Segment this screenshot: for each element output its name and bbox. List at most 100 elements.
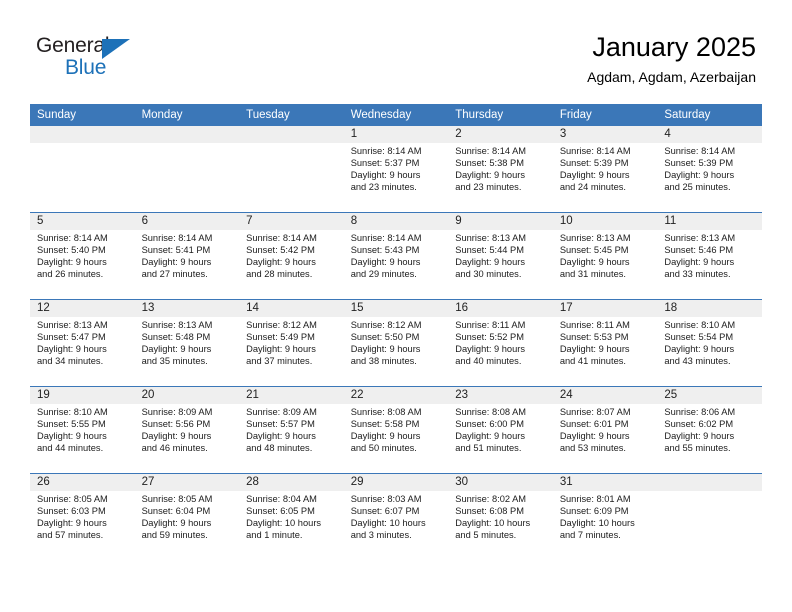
calendar-day-cell[interactable]: 2 Sunrise: 8:14 AM Sunset: 5:38 PM Daylight… [448, 126, 553, 212]
weekday-header-friday: Friday [559, 109, 592, 121]
detail-daylight2: and 29 minutes. [350, 269, 417, 280]
day-number: 19 [30, 387, 135, 404]
detail-sunrise: Sunrise: 8:14 AM [350, 146, 422, 156]
calendar-day-cell[interactable]: 18 Sunrise: 8:10 AM Sunset: 5:54 PM Dayligh… [657, 300, 762, 386]
detail-sunrise: Sunrise: 8:11 AM [559, 320, 630, 330]
brand-logo[interactable]: General Blue [36, 34, 156, 84]
detail-daylight1: Daylight: 9 hours [455, 431, 526, 442]
day-details: Sunrise: 8:07 AM Sunset: 6:01 PM Daylight:… [553, 404, 658, 454]
detail-sunrise: Sunrise: 8:14 AM [141, 233, 213, 243]
calendar-day-cell[interactable]: 15 Sunrise: 8:12 AM Sunset: 5:50 PM Dayligh… [343, 300, 449, 386]
detail-daylight2: and 59 minutes. [141, 530, 208, 541]
detail-daylight2: and 1 minute. [246, 530, 303, 541]
detail-daylight2: and 28 minutes. [246, 269, 313, 280]
calendar-day-cell[interactable]: 19 Sunrise: 8:10 AM Sunset: 5:55 PM Dayligh… [30, 387, 135, 473]
calendar-day-cell[interactable]: 25 Sunrise: 8:06 AM Sunset: 6:02 PM Dayligh… [657, 387, 762, 473]
calendar-day-cell[interactable]: 3 Sunrise: 8:14 AM Sunset: 5:39 PM Daylight… [552, 126, 658, 212]
detail-sunrise: Sunrise: 8:05 AM [141, 494, 213, 504]
day-details: Sunrise: 8:14 AM Sunset: 5:42 PM Daylight:… [239, 230, 344, 280]
calendar-day-cell[interactable]: 20 Sunrise: 8:09 AM Sunset: 5:56 PM Dayligh… [134, 387, 240, 473]
day-details: Sunrise: 8:09 AM Sunset: 5:57 PM Daylight:… [239, 404, 344, 454]
day-number: 29 [343, 474, 449, 491]
brand-name-blue: Blue [65, 56, 107, 79]
calendar-day-cell[interactable]: 29 Sunrise: 8:03 AM Sunset: 6:07 PM Dayligh… [343, 474, 449, 560]
detail-sunset: Sunset: 6:02 PM [664, 419, 734, 430]
day-details: Sunrise: 8:06 AM Sunset: 6:02 PM Daylight:… [657, 404, 762, 454]
day-details: Sunrise: 8:14 AM Sunset: 5:38 PM Daylight:… [448, 143, 553, 193]
detail-sunset: Sunset: 5:56 PM [141, 419, 211, 430]
calendar-day-cell[interactable]: 11 Sunrise: 8:13 AM Sunset: 5:46 PM Dayligh… [657, 213, 762, 299]
detail-daylight1: Daylight: 10 hours [455, 518, 531, 529]
detail-daylight2: and 50 minutes. [350, 443, 417, 454]
calendar-day-cell[interactable]: 26 Sunrise: 8:05 AM Sunset: 6:03 PM Dayligh… [30, 474, 135, 560]
day-number: 9 [448, 213, 553, 230]
day-number: 8 [343, 213, 449, 230]
calendar-day-cell[interactable]: 28 Sunrise: 8:04 AM Sunset: 6:05 PM Dayligh… [239, 474, 344, 560]
detail-daylight1: Daylight: 9 hours [559, 257, 630, 268]
day-details: Sunrise: 8:08 AM Sunset: 5:58 PM Daylight:… [344, 404, 449, 454]
day-number [657, 474, 762, 491]
calendar-day-cell[interactable]: 5 Sunrise: 8:14 AM Sunset: 5:40 PM Daylight… [30, 213, 135, 299]
detail-daylight1: Daylight: 10 hours [350, 518, 426, 529]
detail-daylight1: Daylight: 9 hours [559, 431, 630, 442]
detail-daylight1: Daylight: 9 hours [350, 344, 421, 355]
day-number: 17 [552, 300, 658, 317]
day-details: Sunrise: 8:13 AM Sunset: 5:45 PM Daylight:… [553, 230, 658, 280]
detail-sunrise: Sunrise: 8:04 AM [246, 494, 317, 504]
calendar-day-cell[interactable]: 27 Sunrise: 8:05 AM Sunset: 6:04 PM Dayligh… [134, 474, 240, 560]
day-details: Sunrise: 8:10 AM Sunset: 5:55 PM Daylight:… [30, 404, 135, 454]
page-header: General Blue January 2025 Agdam, Agdam, … [0, 0, 792, 100]
detail-sunset: Sunset: 6:08 PM [455, 506, 524, 517]
calendar-day-cell[interactable]: 4 Sunrise: 8:14 AM Sunset: 5:39 PM Daylight… [657, 126, 762, 212]
detail-daylight1: Daylight: 9 hours [455, 170, 526, 181]
detail-sunrise: Sunrise: 8:08 AM [350, 407, 422, 417]
calendar-day-cell[interactable]: 17 Sunrise: 8:11 AM Sunset: 5:53 PM Dayligh… [552, 300, 658, 386]
day-number: 16 [448, 300, 553, 317]
calendar-day-cell[interactable]: 13 Sunrise: 8:13 AM Sunset: 5:48 PM Dayligh… [134, 300, 240, 386]
calendar-day-cell-empty [134, 126, 240, 212]
calendar-day-cell[interactable]: 1 Sunrise: 8:14 AM Sunset: 5:37 PM Daylight… [343, 126, 449, 212]
day-number [134, 126, 240, 143]
calendar-day-cell[interactable]: 22 Sunrise: 8:08 AM Sunset: 5:58 PM Dayligh… [343, 387, 449, 473]
detail-sunset: Sunset: 5:39 PM [664, 158, 734, 169]
day-details: Sunrise: 8:11 AM Sunset: 5:52 PM Daylight:… [448, 317, 553, 367]
day-details: Sunrise: 8:05 AM Sunset: 6:04 PM Daylight:… [135, 491, 240, 541]
day-number: 15 [343, 300, 449, 317]
day-details: Sunrise: 8:13 AM Sunset: 5:44 PM Daylight:… [448, 230, 553, 280]
calendar-day-cell[interactable]: 9 Sunrise: 8:13 AM Sunset: 5:44 PM Daylight… [448, 213, 553, 299]
detail-daylight2: and 26 minutes. [37, 269, 104, 280]
day-details: Sunrise: 8:02 AM Sunset: 6:08 PM Daylight:… [448, 491, 553, 541]
detail-sunset: Sunset: 6:04 PM [141, 506, 211, 517]
day-details: Sunrise: 8:14 AM Sunset: 5:39 PM Daylight:… [553, 143, 658, 193]
calendar-day-cell[interactable]: 23 Sunrise: 8:08 AM Sunset: 6:00 PM Dayligh… [448, 387, 553, 473]
detail-sunrise: Sunrise: 8:09 AM [141, 407, 213, 417]
detail-sunset: Sunset: 5:48 PM [141, 332, 211, 343]
calendar-day-cell[interactable]: 14 Sunrise: 8:12 AM Sunset: 5:49 PM Dayligh… [239, 300, 344, 386]
detail-daylight2: and 23 minutes. [350, 182, 417, 193]
calendar-day-cell[interactable]: 30 Sunrise: 8:02 AM Sunset: 6:08 PM Dayligh… [448, 474, 553, 560]
detail-sunset: Sunset: 5:57 PM [246, 419, 315, 430]
calendar-day-cell[interactable]: 24 Sunrise: 8:07 AM Sunset: 6:01 PM Dayligh… [552, 387, 658, 473]
day-number: 25 [657, 387, 762, 404]
detail-daylight2: and 27 minutes. [141, 269, 208, 280]
calendar-day-cell[interactable]: 6 Sunrise: 8:14 AM Sunset: 5:41 PM Daylight… [134, 213, 240, 299]
calendar-day-cell[interactable]: 7 Sunrise: 8:14 AM Sunset: 5:42 PM Daylight… [239, 213, 344, 299]
detail-sunset: Sunset: 5:43 PM [350, 245, 420, 256]
calendar-day-cell[interactable]: 21 Sunrise: 8:09 AM Sunset: 5:57 PM Dayligh… [239, 387, 344, 473]
detail-sunrise: Sunrise: 8:07 AM [559, 407, 631, 417]
calendar-day-cell[interactable]: 12 Sunrise: 8:13 AM Sunset: 5:47 PM Dayligh… [30, 300, 135, 386]
detail-sunset: Sunset: 5:46 PM [664, 245, 734, 256]
day-number: 14 [239, 300, 344, 317]
calendar-day-cell[interactable]: 16 Sunrise: 8:11 AM Sunset: 5:52 PM Dayligh… [448, 300, 553, 386]
day-details: Sunrise: 8:08 AM Sunset: 6:00 PM Daylight:… [448, 404, 553, 454]
calendar-day-cell[interactable]: 8 Sunrise: 8:14 AM Sunset: 5:43 PM Daylight… [343, 213, 449, 299]
detail-sunset: Sunset: 6:07 PM [350, 506, 420, 517]
calendar-day-cell[interactable]: 10 Sunrise: 8:13 AM Sunset: 5:45 PM Dayligh… [552, 213, 658, 299]
detail-daylight1: Daylight: 9 hours [350, 257, 421, 268]
detail-daylight1: Daylight: 9 hours [141, 257, 212, 268]
calendar-day-cell[interactable]: 31 Sunrise: 8:01 AM Sunset: 6:09 PM Dayligh… [552, 474, 658, 560]
detail-sunset: Sunset: 5:54 PM [664, 332, 734, 343]
day-number [239, 126, 344, 143]
day-number: 5 [30, 213, 135, 230]
detail-daylight2: and 30 minutes. [455, 269, 522, 280]
